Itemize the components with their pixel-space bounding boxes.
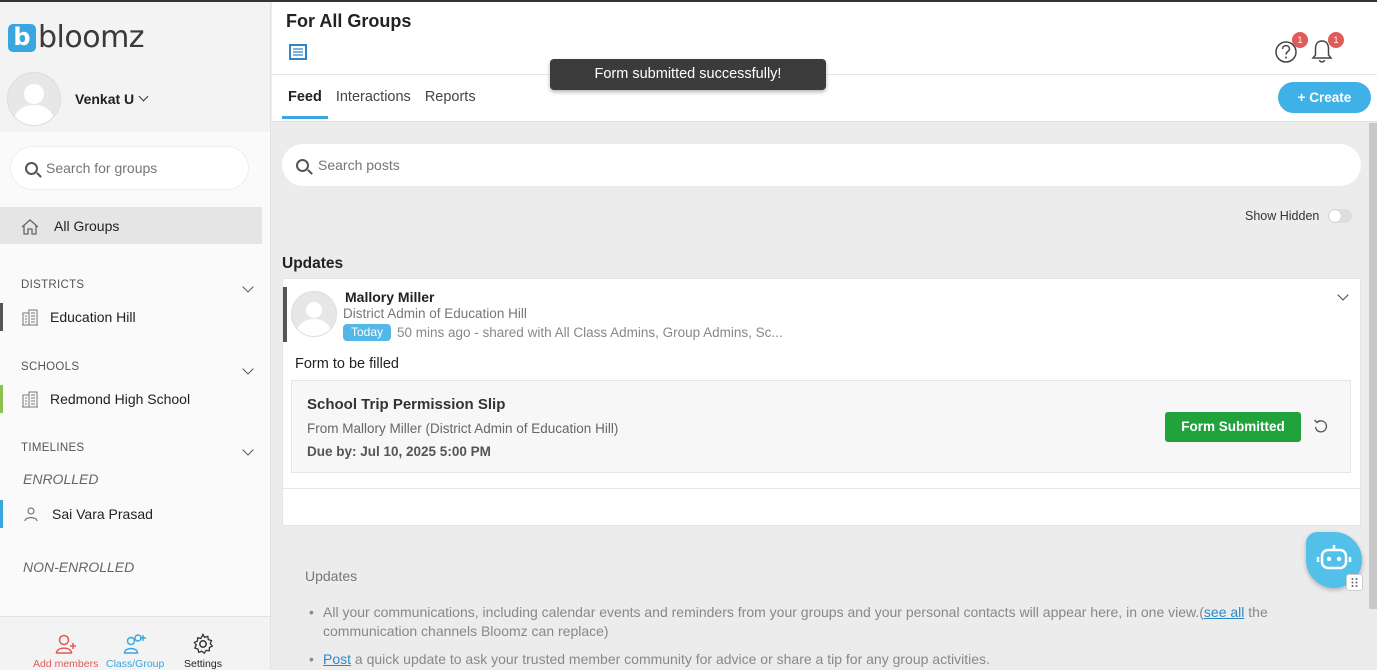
sidebar-item-all-groups[interactable]: All Groups [0,207,262,244]
search-icon [296,158,309,172]
search-icon [25,161,38,175]
scrollbar[interactable] [1369,123,1377,609]
class-group-label: Class/Group [106,658,165,670]
post-author[interactable]: Mallory Miller [345,289,434,305]
add-members-label: Add members [33,658,99,670]
sidebar-bottom-bar: Add members Class/Group Settings [0,616,270,670]
tab-feed[interactable]: Feed [282,89,328,119]
post-search-input[interactable] [318,157,1218,173]
settings-button[interactable]: Settings [184,633,222,670]
form-title: School Trip Permission Slip [307,396,506,413]
sidebar-item-label: Sai Vara Prasad [52,506,153,522]
user-menu[interactable]: Venkat U [7,72,149,126]
group-search-input[interactable] [46,160,226,176]
form-submitted-button[interactable]: Form Submitted [1165,412,1301,442]
form-attachment[interactable]: School Trip Permission Slip From Mallory… [291,380,1351,473]
sidebar-item-sai-vara-prasad[interactable]: Sai Vara Prasad [0,496,262,532]
avatar[interactable] [291,291,337,337]
building-icon [22,391,38,408]
post-text: Form to be filled [295,356,399,372]
sidebar-nav-area [0,132,270,616]
building-icon [22,309,38,326]
add-members-button[interactable]: Add members [33,633,98,670]
sidebar: b bloomz Venkat U All Groups DISTRICTS E… [0,2,271,670]
show-hidden-toggle[interactable] [1328,209,1353,223]
home-icon [21,218,39,235]
post-card: Mallory Miller District Admin of Educati… [282,278,1361,526]
form-due-date: Due by: Jul 10, 2025 5:00 PM [307,444,491,459]
info-title: Updates [305,568,358,584]
gear-icon [193,633,214,655]
page-title: For All Groups [286,11,412,31]
divider [283,488,1360,489]
form-from: From Mallory Miller (District Admin of E… [307,421,619,436]
sidebar-item-redmond-high-school[interactable]: Redmond High School [0,381,262,417]
info-list: All your communications, including calen… [305,603,1345,670]
toast-notification: Form submitted successfully! [550,59,826,90]
sidebar-item-label: Education Hill [50,309,136,325]
non-enrolled-label: NON-ENROLLED [23,559,135,575]
show-hidden-label: Show Hidden [1245,209,1320,223]
post-author-role: District Admin of Education Hill [343,306,527,321]
create-button[interactable]: + Create [1278,82,1371,113]
post-meta: 50 mins ago - shared with All Class Admi… [397,325,783,340]
info-text: a quick update to ask your trusted membe… [351,651,990,667]
item-indicator [0,303,3,331]
help-button[interactable]: 1 [1274,32,1308,66]
section-districts: DISTRICTS [21,279,85,291]
list-item: Post a quick update to ask your trusted … [305,650,1345,669]
see-all-link[interactable]: see all [1204,604,1244,620]
tab-bar: Feed Interactions Reports [282,89,484,119]
avatar [7,72,61,126]
group-search[interactable] [11,147,248,189]
post-indicator [283,287,287,342]
enrolled-label: ENROLLED [23,471,99,487]
item-indicator [0,500,3,528]
updates-heading: Updates [282,255,344,272]
settings-label: Settings [184,658,222,670]
tab-interactions[interactable]: Interactions [330,89,417,119]
add-person-icon [55,634,76,654]
section-timelines: TIMELINES [21,442,85,454]
bloomz-logo[interactable]: b bloomz [8,20,145,55]
undo-icon[interactable] [1313,418,1329,434]
sidebar-item-education-hill[interactable]: Education Hill [0,299,262,335]
person-icon [24,507,38,522]
class-group-button[interactable]: Class/Group [106,633,164,670]
drag-dots-icon [1351,578,1358,587]
drag-handle[interactable] [1346,574,1363,591]
logo-text: bloomz [38,20,145,55]
chevron-down-icon[interactable] [1337,289,1349,301]
today-badge: Today [343,324,392,341]
chevron-down-icon [138,91,149,101]
user-name: Venkat U [75,91,135,107]
tab-reports[interactable]: Reports [419,89,482,119]
notifications-button[interactable]: 1 [1310,32,1344,66]
feed-icon [289,44,307,60]
show-hidden-control: Show Hidden [1245,209,1353,223]
sidebar-item-label: All Groups [54,217,120,234]
logo-mark: b [8,23,36,52]
notification-badge: 1 [1328,32,1344,48]
info-text: All your communications, including calen… [323,604,1204,620]
help-badge: 1 [1292,32,1308,48]
list-item: All your communications, including calen… [305,603,1345,641]
post-search[interactable] [282,144,1361,186]
item-indicator [0,385,3,413]
section-schools: SCHOOLS [21,361,80,373]
sidebar-item-label: Redmond High School [50,391,191,407]
post-link[interactable]: Post [323,651,351,667]
group-add-icon [123,634,147,654]
